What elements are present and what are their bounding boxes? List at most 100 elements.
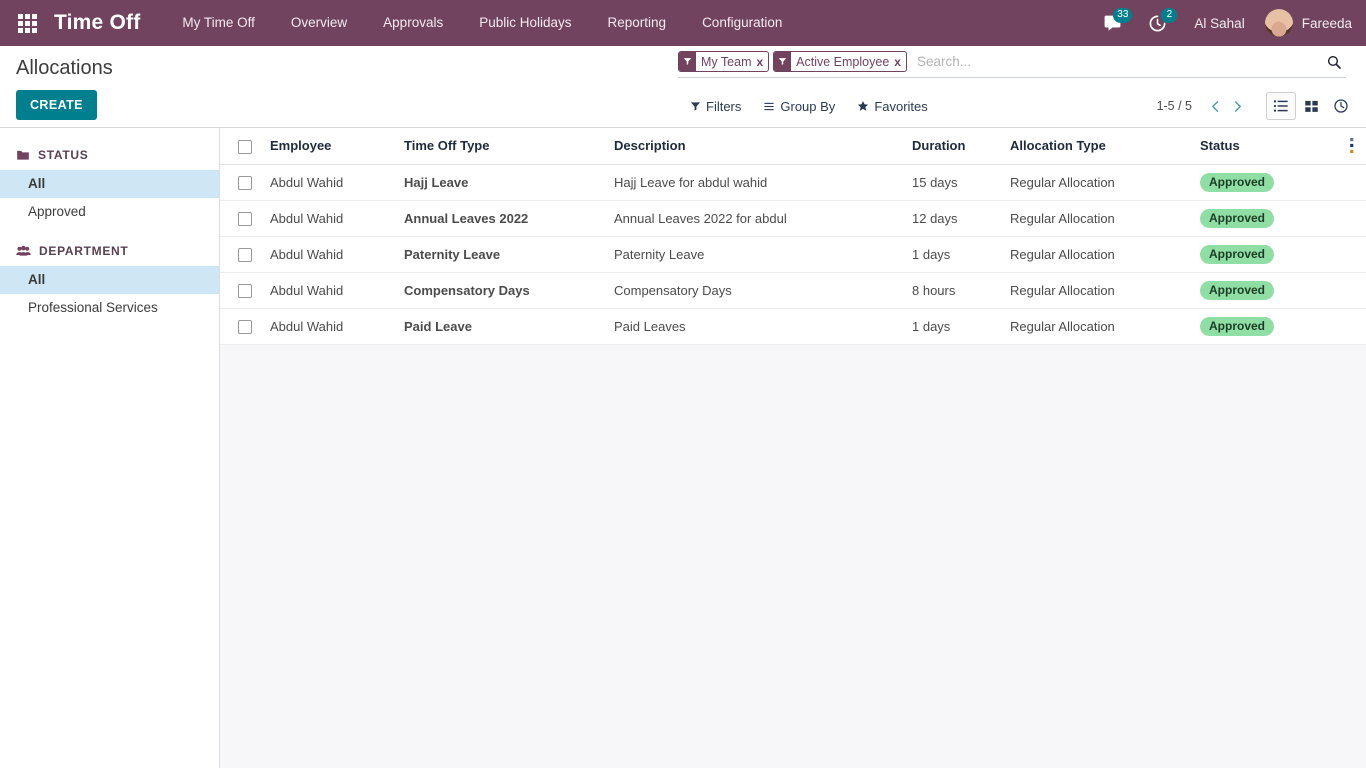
select-all-checkbox[interactable] xyxy=(238,139,252,154)
facet-my-team[interactable]: My Team x xyxy=(678,51,770,72)
view-switcher xyxy=(1266,92,1356,120)
main-menu: My Time Off Overview Approvals Public Ho… xyxy=(164,0,800,46)
table-row[interactable]: Abdul Wahid Annual Leaves 2022 Annual Le… xyxy=(220,200,1366,237)
row-select-cell xyxy=(220,308,262,345)
cell-time-off-type: Annual Leaves 2022 xyxy=(396,200,606,237)
column-options-icon[interactable] xyxy=(1342,138,1362,154)
filter-icon xyxy=(690,101,701,112)
cell-options xyxy=(1342,272,1366,309)
sidebar-section-label: DEPARTMENT xyxy=(39,244,129,258)
row-select-cell xyxy=(220,236,262,273)
search-input[interactable] xyxy=(910,51,1318,72)
menu-item-overview[interactable]: Overview xyxy=(273,0,365,46)
column-header-allocation-type[interactable]: Allocation Type xyxy=(1002,128,1192,165)
table-body: Abdul Wahid Hajj Leave Hajj Leave for ab… xyxy=(220,164,1366,345)
column-header-time-off-type[interactable]: Time Off Type xyxy=(396,128,606,165)
cell-options xyxy=(1342,236,1366,273)
column-header-description[interactable]: Description xyxy=(606,128,904,165)
cell-time-off-type: Hajj Leave xyxy=(396,164,606,201)
column-header-duration[interactable]: Duration xyxy=(904,128,1002,165)
sidebar-section-status: STATUS xyxy=(0,142,219,170)
create-button[interactable]: CREATE xyxy=(16,90,97,120)
table-row[interactable]: Abdul Wahid Paid Leave Paid Leaves 1 day… xyxy=(220,308,1366,345)
cell-status: Approved xyxy=(1192,236,1342,273)
sidebar-item-department-all[interactable]: All xyxy=(0,266,219,294)
view-button-kanban[interactable] xyxy=(1296,92,1326,120)
view-button-list[interactable] xyxy=(1266,92,1296,120)
cell-duration: 1 days xyxy=(904,236,1002,273)
pager-range: 1-5 / 5 xyxy=(1156,99,1192,113)
search-icon[interactable] xyxy=(1318,54,1346,70)
facet-remove-button[interactable]: x xyxy=(894,52,906,71)
messages-badge: 33 xyxy=(1113,8,1133,23)
menu-item-public-holidays[interactable]: Public Holidays xyxy=(461,0,589,46)
apps-grid-icon xyxy=(17,13,37,33)
row-select-cell xyxy=(220,200,262,237)
facet-remove-button[interactable]: x xyxy=(756,52,768,71)
facet-label: My Team xyxy=(701,54,752,69)
group-by-button[interactable]: Group By xyxy=(763,99,845,114)
menu-item-configuration[interactable]: Configuration xyxy=(684,0,800,46)
kanban-view-icon xyxy=(1304,100,1318,112)
favorites-button[interactable]: Favorites xyxy=(857,99,937,114)
status-badge: Approved xyxy=(1200,316,1275,336)
sidebar-item-department-professional-services[interactable]: Professional Services xyxy=(0,294,219,322)
cell-allocation-type: Regular Allocation xyxy=(1002,272,1192,309)
allocations-table: Employee Time Off Type Description Durat… xyxy=(220,128,1366,345)
list-view-container: Employee Time Off Type Description Durat… xyxy=(220,128,1366,768)
sidebar-item-status-approved[interactable]: Approved xyxy=(0,198,219,226)
navbar-right-group: 33 2 Al Sahal Fareeda xyxy=(1090,0,1352,46)
left-sidebar: STATUS All Approved DEPARTMENT All Profe… xyxy=(0,128,220,768)
cell-employee: Abdul Wahid xyxy=(262,272,396,309)
cell-options xyxy=(1342,308,1366,345)
row-select-cell xyxy=(220,164,262,201)
avatar xyxy=(1264,9,1293,37)
cell-status: Approved xyxy=(1192,164,1342,201)
row-checkbox[interactable] xyxy=(238,211,252,226)
messages-button[interactable]: 33 xyxy=(1090,0,1135,46)
sidebar-section-department: DEPARTMENT xyxy=(0,238,219,266)
app-brand-title[interactable]: Time Off xyxy=(54,11,140,35)
table-row[interactable]: Abdul Wahid Compensatory Days Compensato… xyxy=(220,272,1366,309)
pager-next-button[interactable] xyxy=(1226,94,1248,118)
table-row[interactable]: Abdul Wahid Paternity Leave Paternity Le… xyxy=(220,236,1366,273)
cell-time-off-type: Paternity Leave xyxy=(396,236,606,273)
column-options-header xyxy=(1342,128,1366,165)
cell-duration: 1 days xyxy=(904,308,1002,345)
control-panel-left: Allocations CREATE xyxy=(16,56,113,120)
cell-description: Annual Leaves 2022 for abdul xyxy=(606,200,904,237)
group-by-label: Group By xyxy=(780,98,836,114)
company-switcher[interactable]: Al Sahal xyxy=(1180,16,1260,31)
control-panel: Allocations CREATE My Team x Active Empl… xyxy=(0,46,1366,128)
cell-status: Approved xyxy=(1192,308,1342,345)
cell-employee: Abdul Wahid xyxy=(262,200,396,237)
row-checkbox[interactable] xyxy=(238,247,252,262)
cell-time-off-type: Compensatory Days xyxy=(396,272,606,309)
row-checkbox[interactable] xyxy=(238,283,252,298)
facet-label: Active Employee xyxy=(796,54,890,69)
pager: 1-5 / 5 xyxy=(1157,92,1356,120)
filters-label: Filters xyxy=(706,98,742,114)
user-menu[interactable]: Fareeda xyxy=(1261,9,1352,37)
folder-icon xyxy=(16,149,30,161)
activities-button[interactable]: 2 xyxy=(1135,0,1180,46)
column-header-status[interactable]: Status xyxy=(1192,128,1342,165)
pager-previous-button[interactable] xyxy=(1204,94,1226,118)
view-button-activity[interactable] xyxy=(1326,92,1356,120)
search-bar: My Team x Active Employee x xyxy=(678,46,1346,78)
row-checkbox[interactable] xyxy=(238,319,252,334)
filters-button[interactable]: Filters xyxy=(690,99,751,114)
menu-item-my-time-off[interactable]: My Time Off xyxy=(164,0,273,46)
cell-status: Approved xyxy=(1192,200,1342,237)
column-header-employee[interactable]: Employee xyxy=(262,128,396,165)
status-badge: Approved xyxy=(1200,172,1275,192)
table-row[interactable]: Abdul Wahid Hajj Leave Hajj Leave for ab… xyxy=(220,164,1366,201)
menu-item-reporting[interactable]: Reporting xyxy=(590,0,685,46)
row-checkbox[interactable] xyxy=(238,175,252,190)
apps-menu-button[interactable] xyxy=(10,6,44,40)
cell-allocation-type: Regular Allocation xyxy=(1002,164,1192,201)
facet-active-employee[interactable]: Active Employee x xyxy=(773,51,907,72)
cell-description: Hajj Leave for abdul wahid xyxy=(606,164,904,201)
menu-item-approvals[interactable]: Approvals xyxy=(365,0,461,46)
sidebar-item-status-all[interactable]: All xyxy=(0,170,219,198)
